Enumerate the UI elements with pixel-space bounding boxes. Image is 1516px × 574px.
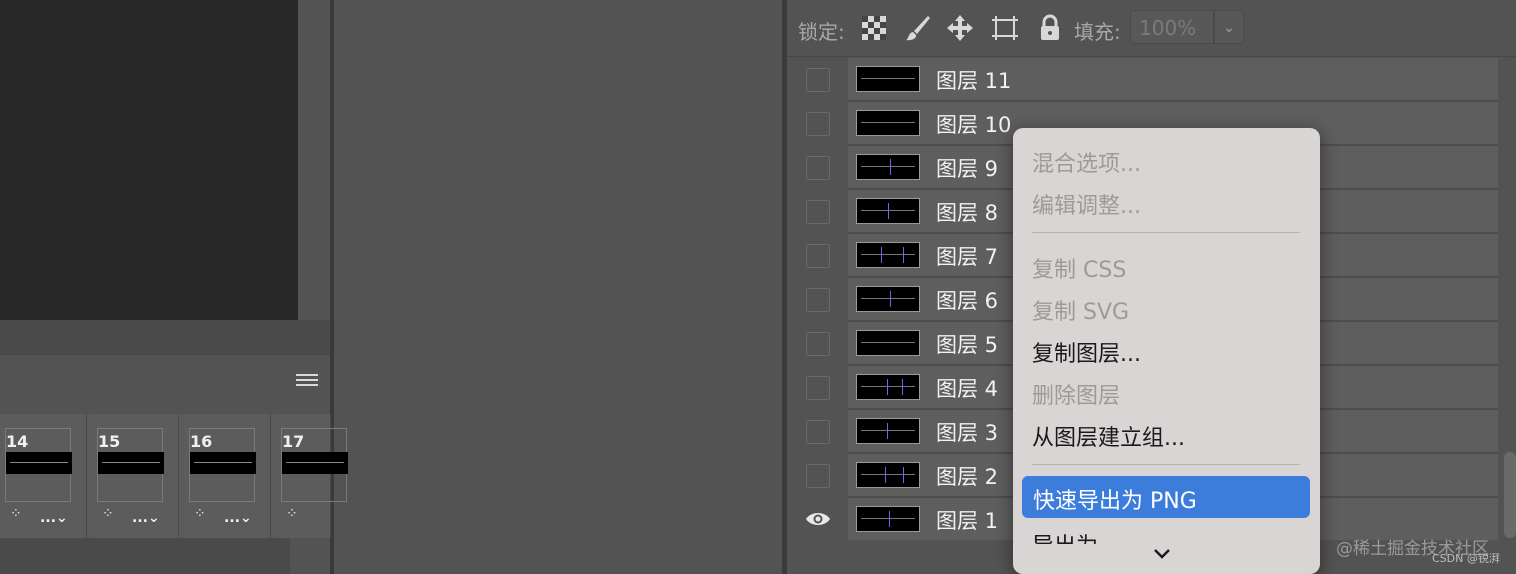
frame-options-button[interactable]: ...⌄ (224, 510, 252, 526)
timeline-footer (0, 538, 290, 574)
timeline-frame[interactable]: 15 ⁘ ...⌄ (92, 414, 179, 538)
layer-thumbnail (856, 286, 920, 312)
frame-thumbnail (190, 452, 256, 474)
frame-number: 14 (6, 432, 29, 451)
layer-name[interactable]: 图层 9 (936, 153, 998, 183)
menu-item-export-as[interactable]: 导出为 (1032, 528, 1098, 544)
visibility-toggle[interactable] (806, 332, 830, 356)
menu-item-copy-svg[interactable]: 复制 SVG (1032, 294, 1129, 326)
lock-position-move-icon[interactable] (946, 14, 974, 42)
frame-delay-icon[interactable]: ⁘ (286, 506, 299, 522)
layer-thumbnail (856, 198, 920, 224)
layer-name[interactable]: 图层 8 (936, 197, 998, 227)
layer-thumbnail (856, 154, 920, 180)
layer-name[interactable]: 图层 4 (936, 373, 998, 403)
layer-name[interactable]: 图层 2 (936, 461, 998, 491)
timeline-frame[interactable]: 17 ⁘ (276, 414, 348, 538)
document-canvas[interactable] (0, 0, 298, 320)
lock-label: 锁定: (798, 20, 845, 44)
lock-transparent-pixels-icon[interactable] (862, 16, 886, 40)
menu-item-duplicate-layer[interactable]: 复制图层... (1032, 336, 1141, 368)
lock-artboard-icon[interactable] (990, 14, 1018, 42)
layer-context-menu: 混合选项... 编辑调整... 复制 CSS 复制 SVG 复制图层... 删除… (1013, 128, 1320, 574)
timeline-frames: 14 ⁘ ...⌄ 15 ⁘ ...⌄ 16 ⁘ ...⌄ 17 ⁘ (0, 414, 348, 538)
menu-item-label: 快速导出为 PNG (1033, 489, 1197, 514)
layer-thumbnail (856, 506, 920, 532)
layer-name[interactable]: 图层 5 (936, 329, 998, 359)
layer-thumbnail (856, 110, 920, 136)
visibility-toggle[interactable] (806, 420, 830, 444)
visibility-toggle[interactable] (806, 464, 830, 488)
lock-all-icon[interactable] (1036, 14, 1064, 42)
visibility-toggle[interactable] (806, 112, 830, 136)
eye-icon[interactable] (804, 510, 832, 528)
chevron-down-icon[interactable] (1153, 544, 1171, 565)
layer-name[interactable]: 图层 11 (936, 65, 1011, 95)
menu-item-delete-layer[interactable]: 删除图层 (1032, 378, 1120, 410)
frame-number: 17 (282, 432, 305, 451)
timeline-frame[interactable]: 14 ⁘ ...⌄ (0, 414, 87, 538)
layer-thumbnail (856, 66, 920, 92)
layer-name[interactable]: 图层 7 (936, 241, 998, 271)
menu-separator (1032, 464, 1300, 465)
fill-dropdown-chevron-icon[interactable]: ⌄ (1214, 10, 1244, 44)
visibility-toggle[interactable] (806, 68, 830, 92)
layer-name[interactable]: 图层 1 (936, 505, 998, 535)
layer-name[interactable]: 图层 6 (936, 285, 998, 315)
visibility-toggle[interactable] (806, 376, 830, 400)
canvas-scroll-strip (0, 320, 330, 354)
frame-number: 16 (190, 432, 213, 451)
menu-item-quick-export-png[interactable]: 快速导出为 PNG (1022, 476, 1310, 518)
lock-image-pixels-brush-icon[interactable] (904, 14, 932, 42)
fill-input[interactable]: 100% (1130, 10, 1214, 44)
menu-item-edit-adjustment[interactable]: 编辑调整... (1032, 188, 1141, 220)
frame-options-button[interactable]: ...⌄ (132, 510, 160, 526)
timeline-frame[interactable]: 16 ⁘ ...⌄ (184, 414, 271, 538)
frame-delay-icon[interactable]: ⁘ (102, 506, 115, 522)
visibility-toggle[interactable] (806, 288, 830, 312)
layer-thumbnail (856, 242, 920, 268)
frame-thumbnail (282, 452, 348, 474)
visibility-toggle[interactable] (806, 200, 830, 224)
frame-number: 15 (98, 432, 121, 451)
menu-item-group-from-layers[interactable]: 从图层建立组... (1032, 420, 1185, 452)
visibility-toggle[interactable] (806, 244, 830, 268)
timeline-header (0, 354, 330, 415)
layer-thumbnail (856, 418, 920, 444)
menu-separator (1032, 232, 1300, 233)
menu-item-copy-css[interactable]: 复制 CSS (1032, 252, 1126, 284)
layer-thumbnail (856, 330, 920, 356)
layer-thumbnail (856, 462, 920, 488)
frame-delay-icon[interactable]: ⁘ (10, 506, 23, 522)
frame-thumbnail (6, 452, 72, 474)
watermark-subtext: CSDN @锐湃 (1432, 552, 1500, 565)
frame-thumbnail (98, 452, 164, 474)
layer-name[interactable]: 图层 10 (936, 109, 1011, 139)
frame-options-button[interactable]: ...⌄ (40, 510, 68, 526)
layers-scrollbar[interactable] (1504, 452, 1516, 538)
layer-row[interactable]: 图层 11 (848, 58, 1498, 102)
timeline-menu-icon[interactable] (296, 374, 318, 394)
layer-name[interactable]: 图层 3 (936, 417, 998, 447)
frame-delay-icon[interactable]: ⁘ (194, 506, 207, 522)
menu-item-blending-options[interactable]: 混合选项... (1032, 146, 1141, 178)
visibility-toggle[interactable] (806, 156, 830, 180)
layer-thumbnail (856, 374, 920, 400)
fill-label: 填充: (1074, 20, 1121, 44)
